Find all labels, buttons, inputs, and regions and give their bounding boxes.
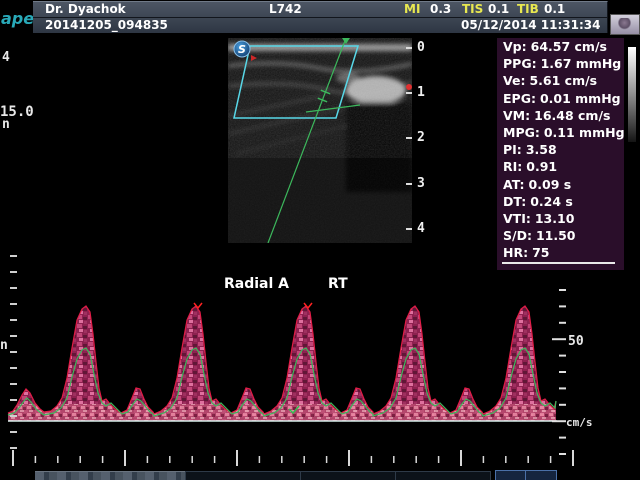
tib-value: 0.1 bbox=[544, 2, 565, 17]
measurement-value: 0.01 mmHg bbox=[540, 91, 621, 106]
measurement-value: 0.09 s bbox=[529, 177, 572, 192]
button-divider bbox=[525, 471, 526, 480]
measurement-value: 1.67 mmHg bbox=[541, 56, 622, 71]
spectral-waveform bbox=[8, 303, 557, 421]
ultrasound-screen: ape Dr. Dyachok L742 MI 0.3 TIS 0.1 TIB … bbox=[0, 0, 640, 480]
toolbar-segment[interactable] bbox=[300, 471, 396, 480]
toolbar-button-pair[interactable] bbox=[495, 470, 557, 480]
depth-scale: 0 1 2 3 4 bbox=[404, 38, 438, 243]
mi-label: MI bbox=[404, 2, 420, 17]
bmode-image: S bbox=[228, 38, 412, 243]
depth-tick bbox=[406, 228, 412, 230]
depth-tick bbox=[406, 137, 412, 139]
measurement-row: VTI: 13.10 bbox=[497, 210, 624, 227]
header-row-1: Dr. Dyachok L742 MI 0.3 TIS 0.1 TIB 0.1 bbox=[33, 2, 607, 18]
measurement-value: 11.50 bbox=[536, 228, 576, 243]
velocity-scale-label: 50 bbox=[568, 334, 584, 349]
brand-logo: ape bbox=[1, 9, 34, 28]
measurement-value: 64.57 cm/s bbox=[531, 39, 607, 54]
depth-tick bbox=[406, 183, 412, 185]
header-bar: Dr. Dyachok L742 MI 0.3 TIS 0.1 TIB 0.1 … bbox=[33, 1, 608, 33]
measurement-row: S/D: 11.50 bbox=[497, 227, 624, 244]
depth-tick bbox=[406, 47, 412, 49]
measurement-row: PI: 3.58 bbox=[497, 141, 624, 158]
left-margin-char: n bbox=[2, 117, 10, 132]
measurement-label: AT: bbox=[503, 177, 525, 192]
spectral-doppler-chart: 50 cm/s bbox=[0, 250, 640, 480]
focus-marker-icon[interactable] bbox=[406, 84, 412, 90]
tib-label: TIB bbox=[517, 2, 539, 17]
speckle-noise-low bbox=[228, 158, 412, 243]
measurement-row: MPG: 0.11 mmHg bbox=[497, 124, 624, 141]
exam-id: 20141205_094835 bbox=[45, 18, 168, 33]
datetime: 05/12/2014 11:31:34 bbox=[461, 18, 600, 33]
measurement-rows: Vp: 64.57 cm/s PPG: 1.67 mmHg Ve: 5.61 cm/s EP… bbox=[497, 38, 624, 261]
tis-label: TIS bbox=[462, 2, 483, 17]
velocity-unit-label: cm/s bbox=[566, 416, 593, 429]
spectrum-mosaic bbox=[8, 306, 556, 421]
measurements-panel: Vp: 64.57 cm/s PPG: 1.67 mmHg Ve: 5.61 cm/s EP… bbox=[497, 38, 624, 270]
depth-mark-label: 4 bbox=[417, 222, 425, 236]
depth-mark-label: 2 bbox=[417, 131, 425, 145]
clip-thumbnail[interactable] bbox=[610, 14, 640, 35]
measurement-row: Vp: 64.57 cm/s bbox=[497, 38, 624, 55]
thumbnail-image bbox=[618, 18, 631, 30]
measurement-value: 0.24 s bbox=[530, 194, 573, 209]
grayscale-bar bbox=[628, 47, 636, 142]
speckle-noise bbox=[228, 38, 412, 158]
depth-tick bbox=[406, 92, 412, 94]
measurement-row: AT: 0.09 s bbox=[497, 176, 624, 193]
measurement-value: 5.61 cm/s bbox=[529, 73, 597, 88]
depth-mark-label: 0 bbox=[417, 41, 425, 55]
measurement-label: VM: bbox=[503, 108, 530, 123]
measurement-label: MPG: bbox=[503, 125, 540, 140]
measurement-value: 3.58 bbox=[526, 142, 557, 157]
measurement-label: S/D: bbox=[503, 228, 532, 243]
toolbar-segment[interactable] bbox=[395, 471, 491, 480]
toolbar-segment[interactable] bbox=[185, 471, 301, 480]
depth-mark-label: 3 bbox=[417, 177, 425, 191]
measurement-row: VM: 16.48 cm/s bbox=[497, 107, 624, 124]
measurement-value: 0.11 mmHg bbox=[544, 125, 625, 140]
tis-value: 0.1 bbox=[488, 2, 509, 17]
measurement-row: PPG: 1.67 mmHg bbox=[497, 55, 624, 72]
probe-name: L742 bbox=[269, 2, 302, 17]
measurement-label: PPG: bbox=[503, 56, 537, 71]
header-row-2: 20141205_094835 05/12/2014 11:31:34 bbox=[33, 18, 607, 33]
orientation-badge-letter: S bbox=[238, 43, 246, 56]
measurement-value: 13.10 bbox=[535, 211, 575, 226]
mi-value: 0.3 bbox=[430, 2, 451, 17]
depth-mark-label: 1 bbox=[417, 86, 425, 100]
measurement-row: EPG: 0.01 mmHg bbox=[497, 90, 624, 107]
doctor-name: Dr. Dyachok bbox=[45, 2, 126, 17]
toolbar-strip[interactable] bbox=[35, 471, 185, 480]
measurement-label: Ve: bbox=[503, 73, 525, 88]
measurement-label: DT: bbox=[503, 194, 526, 209]
measurement-row: RI: 0.91 bbox=[497, 158, 624, 175]
measurement-row: Ve: 5.61 cm/s bbox=[497, 72, 624, 89]
measurement-label: PI: bbox=[503, 142, 522, 157]
measurement-label: RI: bbox=[503, 159, 522, 174]
measurement-row: DT: 0.24 s bbox=[497, 193, 624, 210]
measurement-value: 0.91 bbox=[526, 159, 557, 174]
frequency-label: 4 bbox=[2, 50, 10, 65]
measurement-value: 16.48 cm/s bbox=[534, 108, 610, 123]
measurement-label: VTI: bbox=[503, 211, 531, 226]
measurement-label: EPG: bbox=[503, 91, 536, 106]
measurement-label: Vp: bbox=[503, 39, 527, 54]
